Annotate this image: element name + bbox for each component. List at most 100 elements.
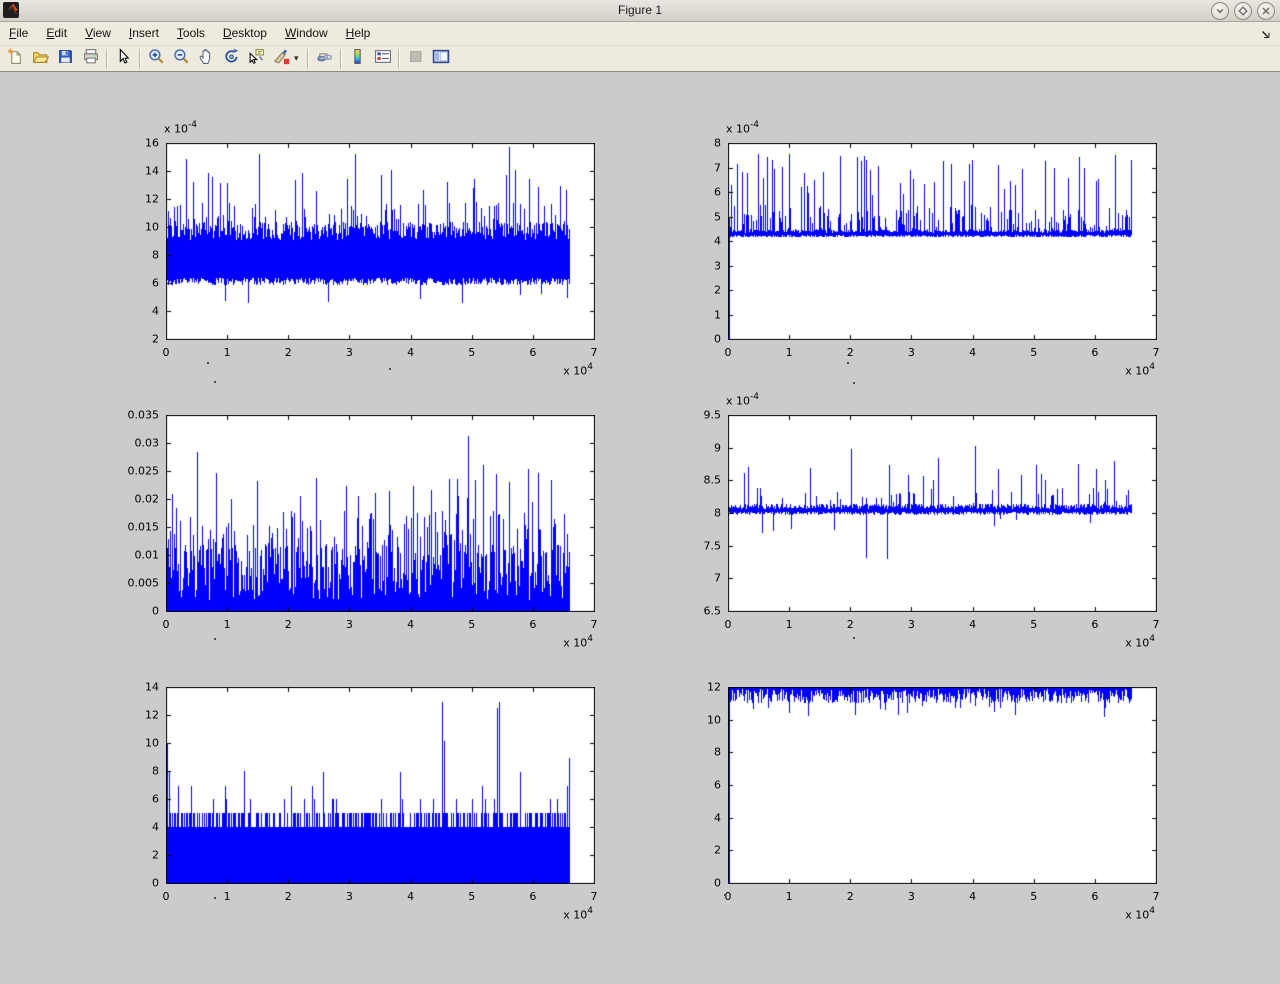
new-figure-button[interactable] xyxy=(3,48,28,70)
x-tick-label: 1 xyxy=(786,890,793,903)
print-figure-icon xyxy=(82,48,100,70)
y-tick-label: 0.01 xyxy=(135,549,160,562)
new-figure-icon xyxy=(7,48,24,70)
y-tick-label: 0.035 xyxy=(128,409,160,422)
data-cursor-button[interactable] xyxy=(244,48,269,70)
stray-dot xyxy=(724,894,726,896)
x-tick-label: 4 xyxy=(407,618,414,631)
subplot-3[interactable]: 00.0050.010.0150.020.0250.030.0350123456… xyxy=(166,415,595,612)
menu-item-insert[interactable]: Insert xyxy=(120,22,168,42)
y-tick-label: 2 xyxy=(714,284,721,297)
x-tick-label: 7 xyxy=(1153,618,1160,631)
link-plot-button[interactable] xyxy=(312,48,337,70)
zoom-in-button[interactable] xyxy=(144,48,169,70)
x-tick-label: 1 xyxy=(224,890,231,903)
menu-item-view[interactable]: View xyxy=(76,22,120,42)
x-tick-label: 5 xyxy=(1030,346,1037,359)
x-tick-label: 3 xyxy=(908,890,915,903)
y-tick-label: 0.03 xyxy=(135,437,160,450)
menu-item-file[interactable]: File xyxy=(0,22,37,42)
x-tick-label: 2 xyxy=(285,890,292,903)
show-plot-tools-button[interactable] xyxy=(428,48,453,70)
toolbar: ▾ xyxy=(0,46,1280,72)
menu-item-desktop[interactable]: Desktop xyxy=(214,22,276,42)
x-tick-label: 2 xyxy=(847,618,854,631)
subplot-2[interactable]: 01234567801234567x 10-4x 104 xyxy=(728,143,1157,340)
titlebar[interactable]: Figure 1 xyxy=(0,0,1280,22)
x-tick-label: 1 xyxy=(786,346,793,359)
x-tick-label: 2 xyxy=(285,346,292,359)
stray-dot xyxy=(214,638,216,640)
open-file-button[interactable] xyxy=(28,48,53,70)
menubar-items: FileEditViewInsertToolsDesktopWindowHelp xyxy=(0,24,379,41)
pan-button[interactable] xyxy=(194,48,219,70)
rotate-3d-button[interactable] xyxy=(219,48,244,70)
x-tick-label: 4 xyxy=(969,890,976,903)
plot-canvas[interactable] xyxy=(728,143,1157,340)
subplot-6[interactable]: 02468101201234567x 104 xyxy=(728,687,1157,884)
y-tick-label: 7 xyxy=(714,161,721,174)
zoom-out-button[interactable] xyxy=(169,48,194,70)
x-tick-label: 3 xyxy=(346,618,353,631)
x-tick-label: 5 xyxy=(468,890,475,903)
pan-icon xyxy=(198,48,215,70)
save-figure-button[interactable] xyxy=(53,48,78,70)
y-tick-label: 2 xyxy=(152,333,159,346)
y-tick-label: 14 xyxy=(145,165,159,178)
minimize-button[interactable] xyxy=(1211,2,1229,20)
stray-dot xyxy=(853,637,855,639)
y-tick-label: 8 xyxy=(714,137,721,150)
y-tick-label: 0.02 xyxy=(135,493,160,506)
subplot-4[interactable]: 6.577.588.599.501234567x 10-4x 104 xyxy=(728,415,1157,612)
maximize-button[interactable] xyxy=(1234,2,1252,20)
y-axis-exponent: x 10-4 xyxy=(726,121,759,136)
x-tick-label: 0 xyxy=(163,890,170,903)
plot-canvas[interactable] xyxy=(728,415,1157,612)
plot-canvas[interactable] xyxy=(166,143,595,340)
x-tick-label: 3 xyxy=(908,346,915,359)
y-tick-label: 0 xyxy=(714,333,721,346)
y-axis-exponent: x 10-4 xyxy=(726,393,759,408)
x-tick-label: 2 xyxy=(285,618,292,631)
brush-button[interactable] xyxy=(269,48,294,70)
hide-plot-tools-button[interactable] xyxy=(403,48,428,70)
stray-dot xyxy=(214,381,216,383)
zoom-out-icon xyxy=(173,48,190,70)
y-tick-label: 10 xyxy=(145,221,159,234)
dock-figure-icon[interactable] xyxy=(1260,28,1273,46)
insert-colorbar-button[interactable] xyxy=(345,48,370,70)
y-tick-label: 8.5 xyxy=(704,474,722,487)
y-tick-label: 8 xyxy=(152,765,159,778)
menu-item-edit[interactable]: Edit xyxy=(37,22,76,42)
insert-colorbar-icon xyxy=(349,48,366,70)
x-tick-label: 2 xyxy=(847,890,854,903)
close-button[interactable] xyxy=(1257,2,1275,20)
subplot-1[interactable]: 24681012141601234567x 10-4x 104 xyxy=(166,143,595,340)
plot-canvas[interactable] xyxy=(166,415,595,612)
edit-plot-button[interactable] xyxy=(111,48,136,70)
y-tick-label: 7 xyxy=(714,572,721,585)
x-tick-label: 6 xyxy=(1091,618,1098,631)
x-tick-label: 0 xyxy=(163,618,170,631)
x-tick-label: 6 xyxy=(529,618,536,631)
menu-item-tools[interactable]: Tools xyxy=(168,22,214,42)
insert-legend-button[interactable] xyxy=(370,48,395,70)
menu-item-help[interactable]: Help xyxy=(337,22,380,42)
subplot-5[interactable]: 0246810121401234567x 104 xyxy=(166,687,595,884)
menubar: FileEditViewInsertToolsDesktopWindowHelp xyxy=(0,22,1280,46)
y-tick-label: 0.015 xyxy=(128,521,160,534)
print-figure-button[interactable] xyxy=(78,48,103,70)
brush-dropdown-icon[interactable]: ▾ xyxy=(294,53,304,64)
y-tick-label: 3 xyxy=(714,259,721,272)
y-tick-label: 12 xyxy=(707,681,721,694)
y-tick-label: 6 xyxy=(714,779,721,792)
save-figure-icon xyxy=(57,48,74,70)
plot-canvas[interactable] xyxy=(166,687,595,884)
y-tick-label: 0 xyxy=(152,877,159,890)
y-tick-label: 4 xyxy=(714,235,721,248)
menu-item-window[interactable]: Window xyxy=(276,22,337,42)
plot-canvas[interactable] xyxy=(728,687,1157,884)
y-tick-label: 9 xyxy=(714,441,721,454)
x-tick-label: 6 xyxy=(529,890,536,903)
y-tick-label: 4 xyxy=(152,305,159,318)
